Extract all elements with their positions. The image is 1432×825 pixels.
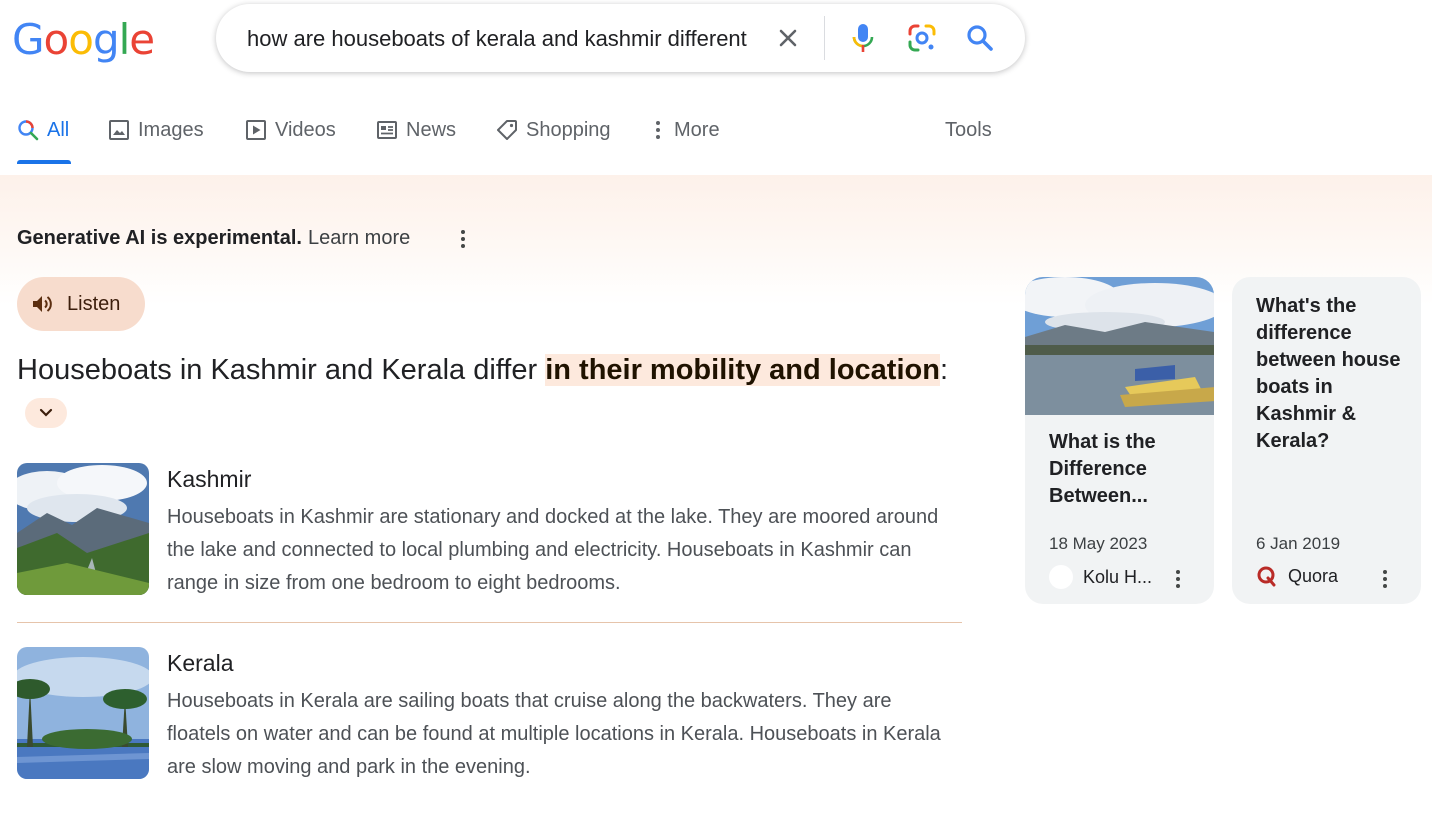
active-tab-indicator [17,160,71,164]
learn-more-link[interactable]: Learn more [308,227,410,250]
source-card-date: 6 Jan 2019 [1256,534,1341,553]
source-card-title: What is the Difference Between... [1049,431,1156,507]
tab-label: More [674,118,720,141]
kerala-image[interactable] [17,647,149,779]
list-item: Kerala Houseboats in Kerala are sailing … [17,647,962,779]
logo-letter: G [12,15,45,64]
tab-label: Videos [275,118,336,141]
ai-options-button[interactable] [451,227,475,251]
kebab-dot [1176,570,1180,574]
search-tabs: All Images Videos News Shopping More Too… [0,104,1432,164]
newspaper-icon [377,121,397,139]
tab-label: Tools [945,118,992,141]
source-card-site: Kolu H... [1049,565,1152,589]
kebab-dot [461,237,465,241]
item-description: Houseboats in Kashmir are stationary and… [167,506,939,594]
clear-search-button[interactable] [772,22,804,54]
kebab-dot [1176,584,1180,588]
ai-overview: Generative AI is experimental. Learn mor… [0,175,1432,825]
site-name: Quora [1288,565,1339,586]
search-divider [824,16,825,60]
search-icon [967,25,993,51]
tag-icon [497,120,517,140]
source-card-date: 18 May 2023 [1049,534,1148,553]
source-card-title: What's the difference between house boat… [1256,295,1401,452]
headline-text: Houseboats in Kashmir and Kerala differ [17,354,546,386]
tab-label: Shopping [526,118,611,141]
site-name: Kolu H... [1083,566,1153,587]
tab-images[interactable]: Images [108,116,204,144]
search-icon [18,120,39,141]
chevron-down-icon [39,409,53,417]
tab-videos[interactable]: Videos [245,116,336,144]
voice-search-button[interactable] [845,20,881,56]
tab-label: News [406,118,457,141]
source-card[interactable]: What's the difference between house boat… [1232,277,1421,604]
source-options-button[interactable] [1373,567,1397,591]
quora-icon [1257,566,1276,587]
close-icon [779,29,797,47]
item-title: Kashmir [167,466,252,492]
source-card-image [1025,277,1214,415]
tab-more[interactable]: More [650,116,720,144]
kebab-dot [461,230,465,234]
image-icon [109,120,129,140]
search-input[interactable]: how are houseboats of kerala and kashmir… [247,27,771,51]
tab-all[interactable]: All [17,116,69,144]
kashmir-image[interactable] [17,463,149,595]
kebab-dot [461,244,465,248]
logo-letter: g [92,15,120,64]
ai-note-text: Generative AI is experimental. [17,227,302,249]
kebab-dot [1383,570,1387,574]
speaker-icon [33,296,52,312]
ai-headline: Houseboats in Kashmir and Kerala differ … [17,349,977,433]
logo-letter: l [118,15,131,64]
tab-tools[interactable]: Tools [945,116,992,144]
tab-shopping[interactable]: Shopping [496,116,611,144]
tab-news[interactable]: News [376,116,456,144]
source-options-button[interactable] [1166,567,1190,591]
ai-experimental-note: Generative AI is experimental. Learn mor… [17,227,410,250]
search-submit-button[interactable] [962,20,998,56]
logo-letter: o [68,15,94,64]
kebab-dot [1176,577,1180,581]
play-icon [246,120,266,140]
search-box: how are houseboats of kerala and kashmir… [216,4,1025,72]
expand-button[interactable] [25,398,67,429]
source-card-site: Quora [1256,565,1338,587]
logo-letter: e [129,15,155,64]
item-title: Kerala [167,650,234,676]
lens-search-button[interactable] [904,20,940,56]
lens-icon [908,24,936,52]
kebab-icon [656,121,660,139]
list-item: Kashmir Houseboats in Kashmir are statio… [17,463,962,595]
headline-highlight: in their mobility and location [545,354,940,386]
tab-label: All [47,118,70,141]
headline-colon: : [939,354,949,386]
logo-letter: o [43,15,70,64]
site-favicon [1049,565,1073,589]
tab-label: Images [138,118,204,141]
mic-icon [852,24,874,52]
google-logo[interactable]: Google [12,15,155,64]
item-divider [17,622,962,623]
kebab-dot [1383,584,1387,588]
kebab-dot [1383,577,1387,581]
source-card[interactable]: What is the Difference Between... 18 May… [1025,277,1214,604]
listen-label: Listen [67,292,121,315]
item-description: Houseboats in Kerala are sailing boats t… [167,690,941,778]
listen-button[interactable]: Listen [17,277,145,331]
